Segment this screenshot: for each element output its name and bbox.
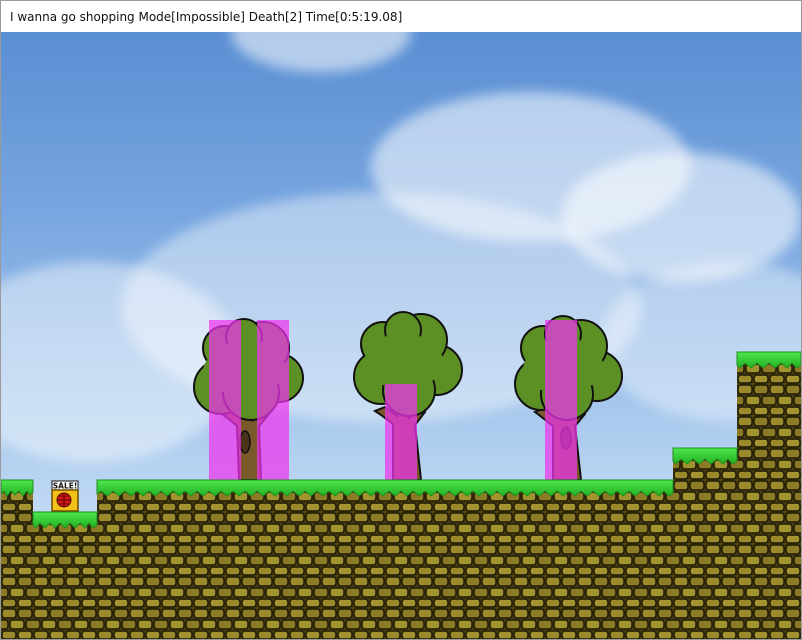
title-bar[interactable]: I wanna go shopping Mode[Impossible] Dea… <box>1 1 801 32</box>
trigger-zone <box>545 320 577 480</box>
brick-block-icon <box>737 352 801 639</box>
game-scene: SALE! <box>1 311 801 639</box>
save-sign-label: SALE! <box>53 482 78 491</box>
trigger-zone <box>257 320 289 480</box>
brick-block-icon <box>97 480 673 639</box>
trigger-zone <box>209 320 241 480</box>
game-viewport[interactable]: SALE! <box>1 32 801 639</box>
brick-block-icon <box>33 512 97 639</box>
brick-block-icon <box>1 480 33 639</box>
trigger-zone <box>385 384 417 480</box>
window-title: I wanna go shopping Mode[Impossible] Dea… <box>10 9 403 24</box>
grass-strip <box>32 511 98 529</box>
game-window: I wanna go shopping Mode[Impossible] Dea… <box>0 0 802 640</box>
brick-block-icon <box>673 448 737 639</box>
save-point-icon: SALE! <box>51 480 79 512</box>
